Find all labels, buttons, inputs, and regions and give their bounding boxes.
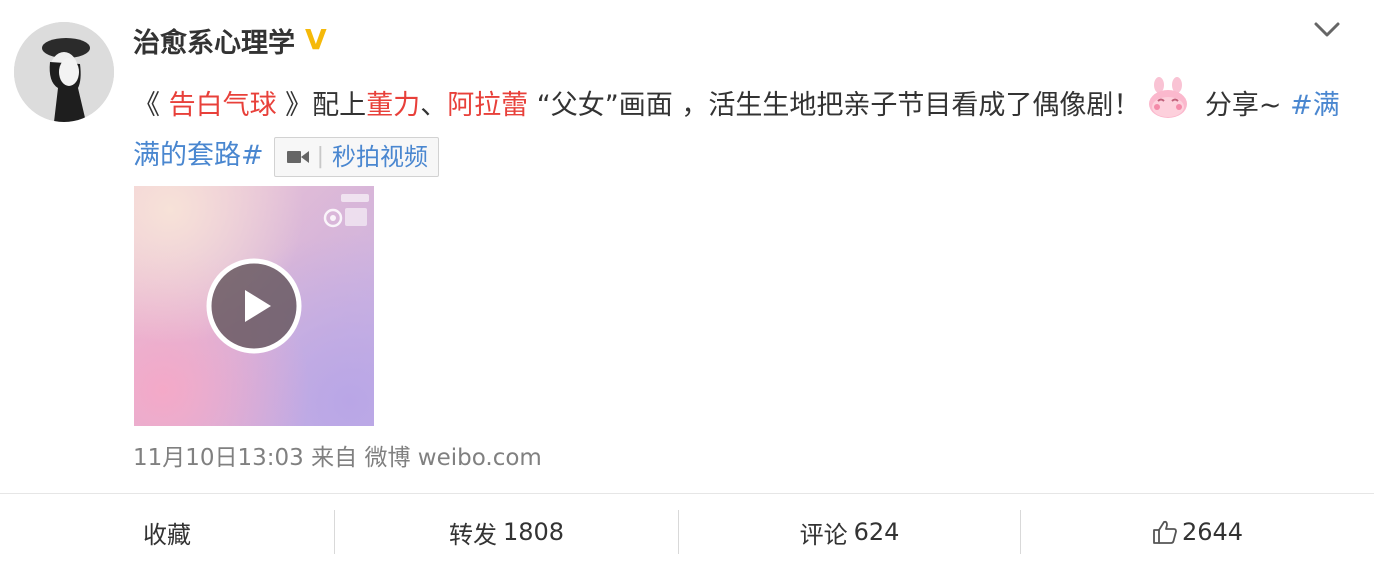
video-thumbnail[interactable] [134,186,374,426]
chevron-down-icon[interactable] [1312,18,1342,42]
tag-separator: | [316,143,325,169]
text-segment: 》配上 [276,90,367,121]
avatar-image [14,22,114,122]
from-label: 来自 [311,445,358,471]
verified-badge-icon: V [305,23,327,56]
like-button[interactable]: 2644 [1021,494,1374,570]
comment-count: 624 [853,518,900,546]
person-link-1[interactable]: 董力 [366,90,420,121]
text-segment: 分享~ [1196,90,1291,121]
text-segment: “父女”画面 ，活生生地把亲子节目看成了偶像剧！ [528,90,1141,121]
post-text: 《 告白气球 》配上董力、阿拉蕾 “父女”画面 ，活生生地把亲子节目看成了偶像剧… [133,76,1348,181]
comment-label: 评论 [799,520,848,549]
favorite-button[interactable]: 收藏 [0,494,334,570]
like-count: 2644 [1181,518,1244,546]
action-bar: 收藏 转发 1808 评论 624 2644 [0,494,1374,570]
post-source[interactable]: 微博 weibo.com [364,445,541,471]
play-icon[interactable] [205,257,303,355]
repost-label: 转发 [448,520,497,549]
video-tag-button[interactable]: | 秒拍视频 [273,136,440,177]
repost-count: 1808 [502,518,565,546]
video-tag-label: 秒拍视频 [332,142,429,171]
favorite-label: 收藏 [143,520,191,549]
post-time[interactable]: 11月10日13:03 [133,445,304,471]
miaopai-watermark-icon [323,194,369,228]
avatar[interactable] [14,22,114,122]
text-segment: 、 [420,90,448,121]
repost-button[interactable]: 转发 1808 [335,494,678,570]
comment-button[interactable]: 评论 624 [679,494,1020,570]
thumbs-up-icon [1153,520,1177,544]
author-name[interactable]: 治愈系心理学 [133,21,295,60]
show-title-link[interactable]: 告白气球 [169,90,277,121]
post-meta: 11月10日13:03 来自 微博 weibo.com [133,442,542,474]
person-link-2[interactable]: 阿拉蕾 [447,90,528,121]
video-camera-icon [286,150,309,163]
bunny-emoji-icon [1149,77,1188,118]
text-segment: 《 [133,90,169,121]
